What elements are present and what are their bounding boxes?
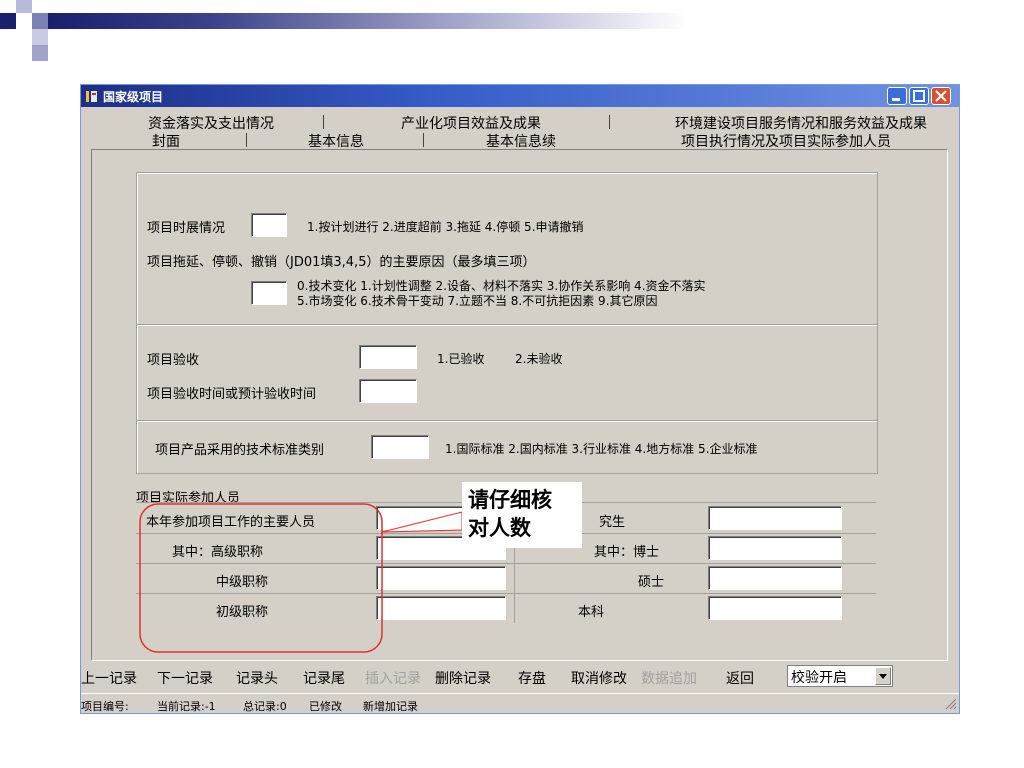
callout-line-1: 请仔细核 bbox=[468, 488, 552, 512]
highlight-rounded-rect bbox=[139, 503, 383, 653]
callout-line-2: 对人数 bbox=[468, 516, 531, 540]
callout-note: 请仔细核 对人数 bbox=[462, 482, 582, 548]
annotation-overlay bbox=[139, 503, 463, 653]
callout-pointer bbox=[381, 511, 463, 533]
